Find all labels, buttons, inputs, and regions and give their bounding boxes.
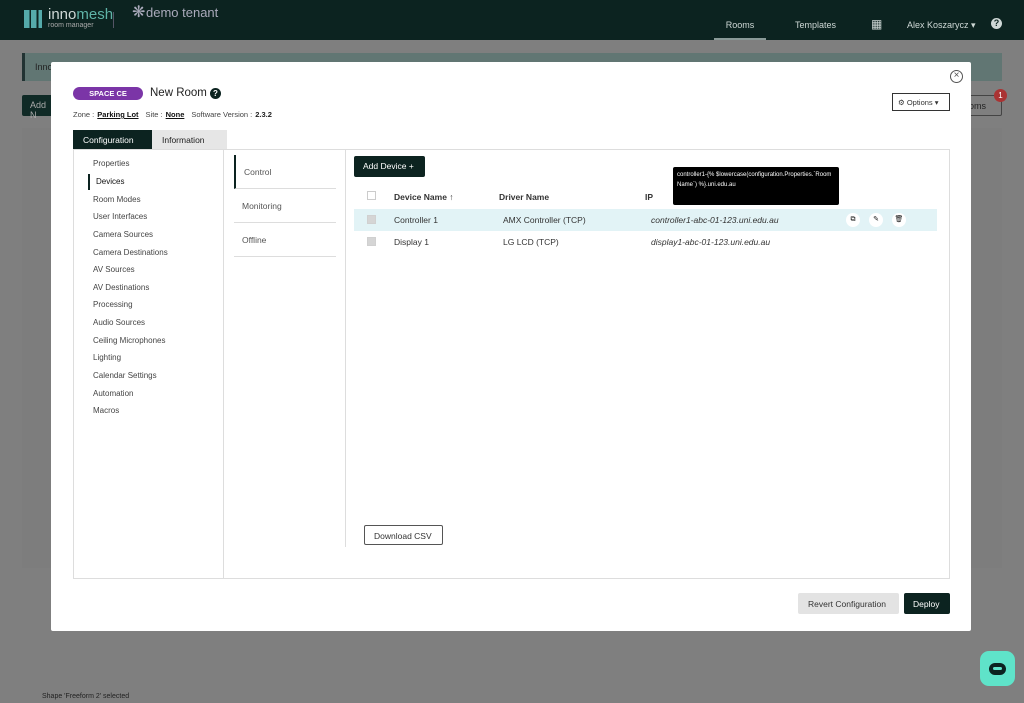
nav-automation[interactable]: Automation (93, 389, 133, 398)
column-ip[interactable]: IP (645, 192, 653, 202)
nav-macros[interactable]: Macros (93, 406, 119, 415)
configuration-panel: Properties Devices Room Modes User Inter… (73, 149, 950, 579)
subtab-monitoring[interactable]: Monitoring (234, 189, 336, 223)
nav-devices[interactable]: Devices (88, 174, 124, 190)
site-label: Site : (145, 110, 163, 119)
nav-av-sources[interactable]: AV Sources (93, 265, 135, 274)
logo-subtitle: room manager (48, 22, 94, 29)
site-link[interactable]: None (166, 110, 185, 119)
nav-processing[interactable]: Processing (93, 300, 133, 309)
nav-room-modes[interactable]: Room Modes (93, 195, 141, 204)
subtab-offline[interactable]: Offline (234, 223, 336, 257)
nav-camera-destinations[interactable]: Camera Destinations (93, 248, 168, 257)
divider (345, 150, 346, 547)
version-value: 2.3.2 (255, 110, 272, 119)
chat-button[interactable] (980, 651, 1015, 686)
close-icon[interactable]: × (950, 70, 963, 83)
tenant-logo: ❋ demo tenant (132, 4, 219, 21)
table-row[interactable]: Controller 1 AMX Controller (TCP) contro… (354, 209, 937, 231)
user-menu[interactable]: Alex Koszarycz ▾ (907, 20, 976, 31)
nav-user-interfaces[interactable]: User Interfaces (93, 212, 147, 221)
room-modal: × SPACE CE New Room ? Zone : Parking Lot … (51, 62, 971, 631)
tenant-name: demo tenant (146, 5, 219, 20)
nav-templates[interactable]: Templates (795, 20, 836, 30)
nav-calendar-settings[interactable]: Calendar Settings (93, 371, 157, 380)
nav-av-destinations[interactable]: AV Destinations (93, 283, 149, 292)
table-row[interactable]: Display 1 LG LCD (TCP) display1-abc-01-1… (354, 231, 937, 253)
section-nav: Properties Devices Room Modes User Inter… (74, 150, 224, 578)
row-checkbox[interactable] (367, 237, 376, 246)
room-meta: Zone : Parking Lot Site : None Software Ve… (73, 110, 272, 119)
tab-configuration[interactable]: Configuration (73, 130, 152, 149)
driver-name: AMX Controller (TCP) (503, 215, 586, 225)
row-checkbox[interactable] (367, 215, 376, 224)
ip-address: display1-abc-01-123.uni.edu.au (651, 237, 771, 247)
snowflake-icon: ❋ (132, 4, 146, 21)
chat-icon (989, 662, 1006, 675)
nav-camera-sources[interactable]: Camera Sources (93, 230, 153, 239)
download-csv-button[interactable]: Download CSV (364, 525, 443, 545)
caret-down-icon: ▾ (934, 98, 939, 107)
device-name: Controller 1 (394, 215, 438, 225)
zone-link[interactable]: Parking Lot (97, 110, 138, 119)
divider (113, 12, 114, 28)
logo-text-accent: mesh (76, 6, 114, 23)
edit-icon[interactable]: ✎ (869, 213, 883, 227)
gear-icon: ⚙ (898, 98, 905, 107)
revert-configuration-button[interactable]: Revert Configuration (798, 593, 899, 614)
ip-address: controller1-abc-01-123.uni.edu.au (651, 215, 779, 225)
nav-rooms[interactable]: Rooms (714, 20, 766, 40)
nav-lighting[interactable]: Lighting (93, 353, 121, 362)
status-text: Shape 'Freeform 2' selected (42, 693, 130, 700)
select-all-checkbox[interactable] (367, 191, 376, 200)
copy-icon[interactable]: ⧉ (846, 213, 860, 227)
options-label: Options (906, 98, 933, 107)
logo-text: inno (48, 6, 77, 23)
notification-badge: 1 (994, 89, 1007, 102)
column-driver-name[interactable]: Driver Name (499, 192, 549, 202)
help-icon[interactable]: ? (991, 18, 1002, 29)
subtab-control[interactable]: Control (234, 155, 336, 189)
driver-name: LG LCD (TCP) (503, 237, 559, 247)
deploy-button[interactable]: Deploy (904, 593, 950, 614)
help-icon[interactable]: ? (210, 88, 221, 99)
device-name: Display 1 (394, 237, 429, 247)
top-bar: innomesh room manager ❋ demo tenant Rooms… (0, 0, 1024, 40)
zone-label: Zone : (73, 110, 95, 119)
nav-properties[interactable]: Properties (93, 159, 129, 168)
apps-grid-icon[interactable]: ▦ (871, 17, 882, 31)
tab-information[interactable]: Information (152, 130, 227, 149)
options-dropdown[interactable]: ⚙ Options ▾ (892, 93, 950, 111)
nav-audio-sources[interactable]: Audio Sources (93, 318, 145, 327)
version-label: Software Version : (191, 110, 253, 119)
add-device-button[interactable]: Add Device + (354, 156, 425, 177)
device-category-nav: Control Monitoring Offline (234, 155, 336, 257)
innomesh-logo[interactable]: innomesh room manager (24, 6, 114, 29)
ip-tooltip: controller1-{% $lowercase(configuration.… (673, 167, 839, 205)
logo-mark-icon (24, 9, 42, 28)
nav-ceiling-microphones[interactable]: Ceiling Microphones (93, 336, 165, 345)
room-title: New Room (150, 87, 207, 99)
space-type-badge: SPACE CE (73, 87, 143, 100)
column-device-name[interactable]: Device Name ↑ (394, 192, 454, 202)
delete-icon[interactable]: 🗑 (892, 213, 906, 227)
